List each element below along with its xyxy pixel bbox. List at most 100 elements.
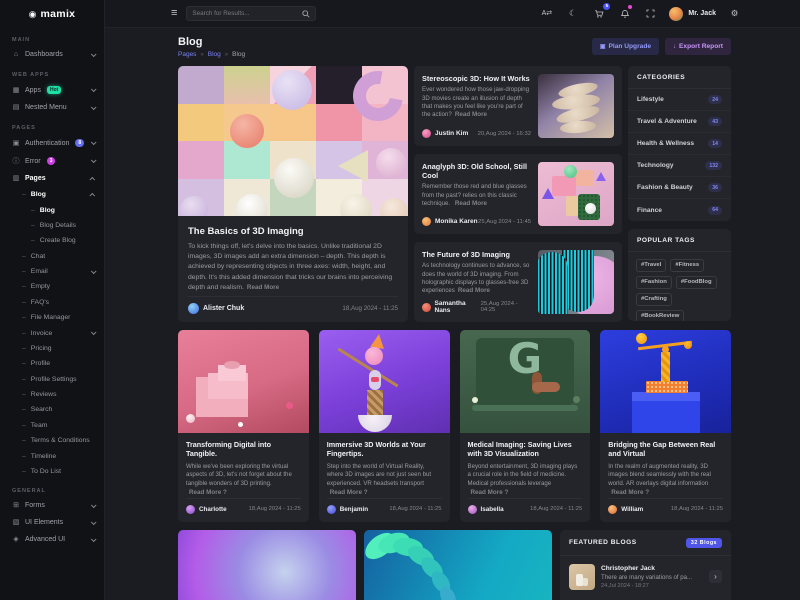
article-thumbnail[interactable]	[538, 162, 614, 226]
blog-card-image[interactable]	[319, 330, 450, 433]
category-row-technology[interactable]: Technology132	[628, 155, 731, 177]
plan-upgrade-button[interactable]: ▣Plan Upgrade	[592, 38, 659, 55]
breadcrumb-pages[interactable]: Pages	[178, 51, 196, 58]
author-avatar[interactable]	[468, 505, 477, 514]
cart-icon[interactable]: 5	[591, 6, 606, 21]
sidebar-item-file-manager[interactable]: File Manager	[0, 310, 104, 325]
sidebar-item-search[interactable]: Search	[0, 402, 104, 417]
blog-card-title[interactable]: Bridging the Gap Between Real and Virtua…	[608, 440, 723, 459]
blog-card-title[interactable]: Transforming Digital into Tangible.	[186, 440, 301, 459]
author-avatar[interactable]	[327, 505, 336, 514]
read-more-link[interactable]: Read More ?	[471, 489, 509, 496]
read-more-link[interactable]: Read More	[455, 200, 487, 207]
blog-card-title[interactable]: Medical Imaging: Saving Lives with 3D Vi…	[468, 440, 583, 459]
blogs-count-badge[interactable]: 32 Blogs	[686, 538, 722, 548]
featured-blog-item[interactable]: Christopher Jack There are many variatio…	[560, 556, 731, 598]
next-arrow-icon[interactable]: ›	[709, 570, 722, 583]
search-icon[interactable]	[302, 10, 310, 18]
article-thumbnail[interactable]	[538, 74, 614, 138]
sidebar-item-profile[interactable]: Profile	[0, 356, 104, 371]
article-thumbnail[interactable]	[538, 250, 614, 314]
blog-card-image[interactable]: G	[460, 330, 591, 433]
notifications-icon[interactable]	[617, 6, 632, 21]
sidebar-item-apps[interactable]: ▦AppsHot	[0, 81, 104, 99]
blog-image-card[interactable]	[364, 530, 552, 600]
author-name[interactable]: Charlotte	[199, 506, 227, 513]
breadcrumb-blog[interactable]: Blog	[208, 51, 221, 58]
author-name[interactable]: Benjamin	[340, 506, 368, 513]
category-row-fashion[interactable]: Fashion & Beauty36	[628, 177, 731, 199]
category-row-health[interactable]: Health & Wellness14	[628, 133, 731, 155]
sidebar-item-pricing[interactable]: Pricing	[0, 341, 104, 356]
category-row-travel[interactable]: Travel & Adventure43	[628, 111, 731, 133]
tag-pill[interactable]: #Fitness	[670, 259, 704, 272]
sidebar-item-forms[interactable]: ⊞Forms	[0, 497, 104, 514]
read-more-link[interactable]: Read More	[247, 284, 279, 291]
blog-card-image[interactable]	[600, 330, 731, 433]
sidebar-item-terms[interactable]: Terms & Conditions	[0, 433, 104, 448]
tag-pill[interactable]: #Fashion	[636, 276, 672, 289]
author-avatar[interactable]	[422, 303, 431, 312]
author-avatar[interactable]	[186, 505, 195, 514]
read-more-link[interactable]: Read More	[458, 287, 490, 294]
sidebar-item-empty[interactable]: Empty	[0, 279, 104, 294]
sidebar-item-faqs[interactable]: FAQ's	[0, 295, 104, 310]
author-name[interactable]: Monika Karen	[435, 218, 478, 225]
blog-image-card[interactable]	[178, 530, 356, 600]
category-row-finance[interactable]: Finance64	[628, 199, 731, 221]
sidebar-item-team[interactable]: Team	[0, 418, 104, 433]
author-avatar[interactable]	[608, 505, 617, 514]
sidebar-item-invoice[interactable]: Invoice	[0, 325, 104, 340]
article-title[interactable]: Stereoscopic 3D: How It Works	[422, 74, 531, 83]
author-name[interactable]: Isabella	[481, 506, 504, 513]
sidebar-item-timeline[interactable]: Timeline	[0, 448, 104, 463]
article-title[interactable]: Anaglyph 3D: Old School, Still Cool	[422, 162, 531, 180]
dark-mode-icon[interactable]: ☾	[565, 6, 580, 21]
sidebar-item-chat[interactable]: Chat	[0, 249, 104, 264]
author-name[interactable]: Justin Kim	[435, 130, 468, 137]
featured-article-image[interactable]	[178, 66, 408, 216]
sidebar-item-dashboards[interactable]: ⌂Dashboards	[0, 46, 104, 63]
search-box[interactable]	[186, 6, 316, 21]
sidebar-item-blog-group[interactable]: Blog	[0, 187, 104, 202]
search-input[interactable]	[192, 10, 298, 17]
sidebar-item-authentication[interactable]: ▣Authentication8	[0, 134, 104, 152]
user-name[interactable]: Mr. Jack	[688, 10, 716, 17]
sidebar-item-profile-settings[interactable]: Profile Settings	[0, 372, 104, 387]
language-icon[interactable]: A⇄	[539, 6, 554, 21]
author-name[interactable]: Samantha Nans	[435, 300, 481, 314]
logo[interactable]: ◉ mamix	[0, 0, 104, 28]
blog-card-title[interactable]: Immersive 3D Worlds at Your Fingertips.	[327, 440, 442, 459]
menu-toggle-icon[interactable]: ≡	[171, 8, 177, 19]
sidebar-item-todo[interactable]: To Do List	[0, 464, 104, 479]
export-report-button[interactable]: ↓Export Report	[665, 38, 731, 55]
tag-pill[interactable]: #Travel	[636, 259, 666, 272]
author-avatar[interactable]	[422, 129, 431, 138]
sidebar-item-nested-menu[interactable]: ▤Nested Menu	[0, 99, 104, 116]
author-name[interactable]: William	[621, 506, 643, 513]
sidebar-item-email[interactable]: Email	[0, 264, 104, 279]
blog-card-image[interactable]	[178, 330, 309, 433]
author-name[interactable]: Alister Chuk	[203, 305, 244, 312]
article-title[interactable]: The Future of 3D Imaging	[422, 250, 531, 259]
sidebar-item-error[interactable]: ⓘError3	[0, 152, 104, 170]
sidebar-item-ui-elements[interactable]: ▧UI Elements	[0, 514, 104, 531]
sidebar-item-reviews[interactable]: Reviews	[0, 387, 104, 402]
tag-pill[interactable]: #FoodBlog	[676, 276, 717, 289]
read-more-link[interactable]: Read More ?	[330, 489, 368, 496]
settings-gear-icon[interactable]: ⚙	[727, 6, 742, 21]
sidebar-item-blog[interactable]: Blog	[0, 202, 104, 217]
tag-pill[interactable]: #Crafting	[636, 293, 672, 306]
tag-pill[interactable]: #BookReview	[636, 310, 684, 321]
featured-article-title[interactable]: The Basics of 3D Imaging	[188, 226, 398, 237]
fullscreen-icon[interactable]	[643, 6, 658, 21]
read-more-link[interactable]: Read More ?	[189, 489, 227, 496]
sidebar-item-advanced-ui[interactable]: ◈Advanced UI	[0, 531, 104, 548]
author-avatar[interactable]	[422, 217, 431, 226]
category-row-lifestyle[interactable]: Lifestyle24	[628, 89, 731, 111]
sidebar-item-blog-details[interactable]: Blog Details	[0, 218, 104, 233]
read-more-link[interactable]: Read More ?	[611, 489, 649, 496]
sidebar-item-create-blog[interactable]: Create Blog	[0, 233, 104, 248]
sidebar-item-pages[interactable]: ▥Pages	[0, 170, 104, 187]
author-avatar[interactable]	[188, 303, 199, 314]
